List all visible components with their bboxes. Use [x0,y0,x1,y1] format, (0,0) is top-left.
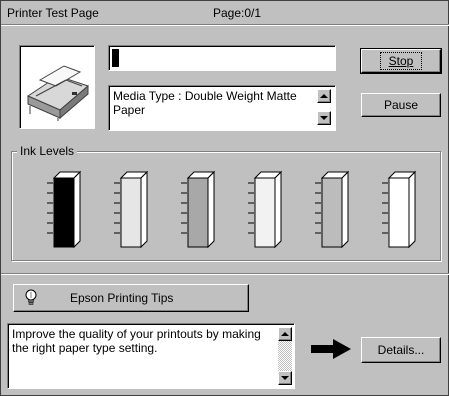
lightbulb-icon [24,289,38,307]
arrow-right-icon [311,339,351,362]
printer-status-window: Printer Test Page Page:0/1 Stop Media Ty [0,0,449,396]
ink-cartridges [11,169,441,249]
ink-cartridge-black [47,169,81,249]
tips-message-text: Improve the quality of your printouts by… [12,327,261,355]
stop-button[interactable]: Stop [360,48,442,74]
chevron-down-icon [320,116,328,120]
print-progress-bar [108,45,336,71]
ink-levels-title: Ink Levels [17,144,78,158]
media-type-text: Media Type : Double Weight Matte Paper [113,89,297,117]
ink-cartridge-light-gray-1 [114,169,148,249]
pause-button-label: Pause [383,98,419,112]
page-counter: Page:0/1 [213,6,262,20]
tips-scroll-down-button[interactable] [278,371,292,385]
header-divider [1,24,449,26]
tips-scroll-track[interactable] [278,341,292,371]
printer-image-frame [19,45,95,129]
media-scroll-down-button[interactable] [317,111,331,125]
ink-cartridge-white [382,169,416,249]
pause-button[interactable]: Pause [361,93,441,117]
section-divider [1,273,449,275]
progress-fill [112,49,119,67]
window-label: Printer Test Page [7,6,99,20]
media-scroll-up-button[interactable] [317,89,331,103]
media-type-box: Media Type : Double Weight Matte Paper [108,85,336,131]
tips-scroll-up-button[interactable] [278,327,292,341]
details-button[interactable]: Details... [361,337,441,363]
details-button-label: Details... [377,343,425,357]
tips-message-box: Improve the quality of your printouts by… [7,323,295,389]
chevron-down-icon [281,376,289,380]
chevron-up-icon [281,332,289,336]
chevron-up-icon [320,94,328,98]
stop-button-label: Stop [388,54,414,68]
printing-tips-label: Epson Printing Tips [70,291,174,305]
ink-cartridge-gray [181,169,215,249]
printing-tips-button[interactable]: Epson Printing Tips [13,284,249,312]
printer-icon [22,52,92,125]
ink-cartridge-mid-gray [315,169,349,249]
ink-cartridge-very-light [248,169,282,249]
